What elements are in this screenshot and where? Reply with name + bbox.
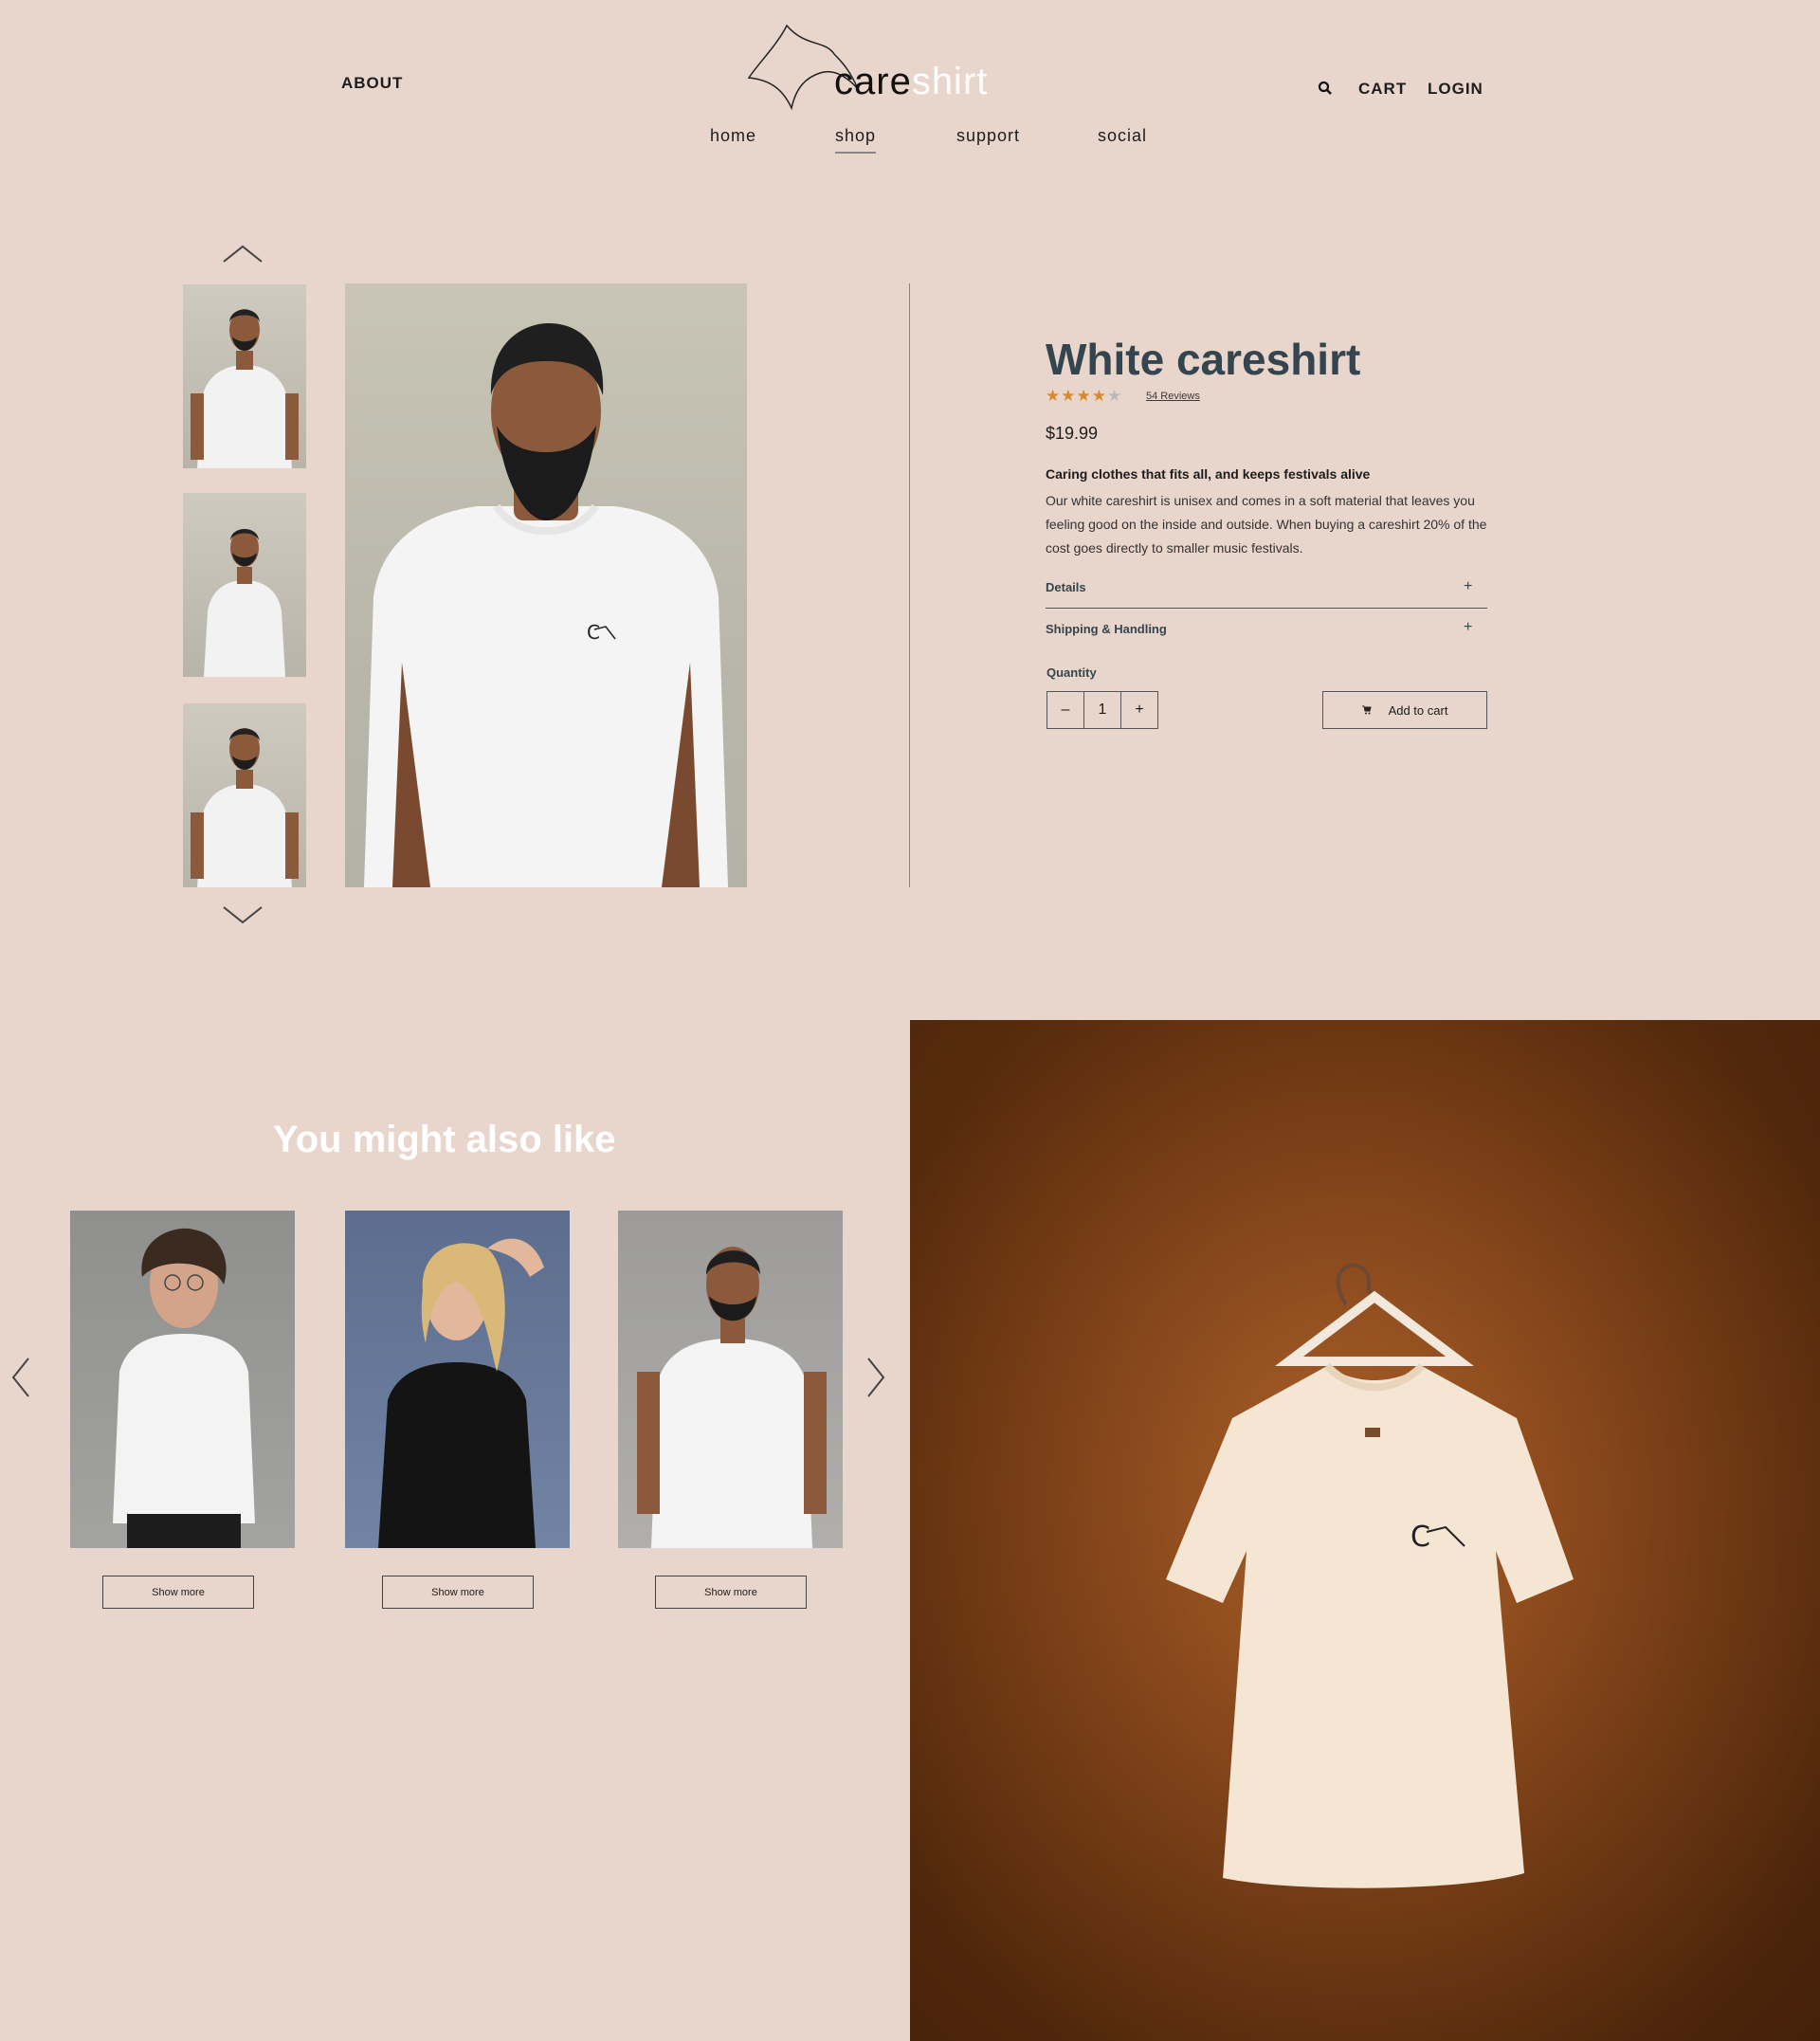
gallery-down-arrow-icon[interactable] (222, 905, 264, 931)
gallery-thumbnail-1[interactable] (183, 284, 306, 468)
shipping-accordion[interactable]: Shipping & Handling (1046, 622, 1167, 636)
add-to-cart-label: Add to cart (1388, 702, 1448, 718)
man-white-tshirt-image (637, 1247, 827, 1548)
logo-shirt: shirt (911, 61, 989, 102)
nav-home[interactable]: home (710, 126, 756, 146)
recommendation-card-2[interactable] (345, 1211, 570, 1548)
nav-social[interactable]: social (1098, 126, 1147, 146)
gallery-thumbnail-2[interactable] (183, 493, 306, 677)
login-link[interactable]: LOGIN (1428, 80, 1483, 99)
star-icon: ★ (1091, 387, 1107, 405)
star-icon: ★ (1061, 387, 1077, 405)
show-more-button-3[interactable]: Show more (655, 1576, 807, 1609)
svg-text:C: C (587, 621, 600, 644)
woman-black-tshirt-image (378, 1238, 544, 1548)
quantity-label: Quantity (1046, 665, 1097, 680)
star-icon: ★ (1076, 387, 1092, 405)
logo-care: care (834, 61, 912, 102)
man-white-tshirt-image: C (364, 323, 728, 887)
accordion-divider (1046, 608, 1487, 609)
product-title: White careshirt (1046, 335, 1361, 384)
details-accordion[interactable]: Details (1046, 580, 1086, 594)
logo-text: careshirt (834, 61, 988, 103)
carousel-prev-icon[interactable] (9, 1356, 32, 1407)
reviews-link[interactable]: 54 Reviews (1146, 391, 1200, 402)
recommendation-card-3[interactable] (618, 1211, 843, 1548)
man-white-tshirt-image (191, 728, 299, 887)
hanging-tshirt-image: C (910, 1020, 1820, 2041)
star-empty-icon: ★ (1107, 387, 1123, 405)
woman-white-tshirt-image (113, 1228, 255, 1548)
svg-text:C: C (1410, 1521, 1430, 1554)
search-icon[interactable] (1318, 81, 1333, 100)
quantity-increase-button[interactable]: + (1121, 691, 1158, 729)
plus-icon[interactable]: + (1464, 619, 1472, 636)
recommendations-title: You might also like (273, 1119, 616, 1160)
careshirt-logo[interactable]: careshirt (739, 21, 1014, 116)
product-tagline: Caring clothes that fits all, and keeps … (1046, 466, 1371, 482)
tshirt-on-hanger-image: C (910, 1020, 1820, 2041)
star-rating: ★★★★★ (1046, 387, 1122, 406)
gallery-thumbnail-3[interactable] (183, 703, 306, 887)
man-white-tshirt-image (191, 309, 299, 468)
cart-link[interactable]: CART (1358, 80, 1407, 99)
man-white-tshirt-image (204, 529, 285, 677)
section-divider (909, 283, 910, 887)
nav-support[interactable]: support (956, 126, 1020, 146)
recommendation-card-1[interactable] (70, 1211, 295, 1548)
about-link[interactable]: ABOUT (341, 74, 403, 93)
show-more-button-2[interactable]: Show more (382, 1576, 534, 1609)
main-product-image: C (345, 283, 747, 887)
plus-icon[interactable]: + (1464, 578, 1472, 595)
add-to-cart-button[interactable]: Add to cart (1322, 691, 1487, 729)
show-more-button-1[interactable]: Show more (102, 1576, 254, 1609)
quantity-input[interactable]: 1 (1084, 691, 1121, 729)
cart-icon (1361, 703, 1372, 718)
product-description: Our white careshirt is unisex and comes … (1046, 493, 1487, 556)
quantity-stepper: – 1 + (1046, 691, 1158, 729)
quantity-decrease-button[interactable]: – (1046, 691, 1084, 729)
gallery-up-arrow-icon[interactable] (222, 243, 264, 268)
product-price: $19.99 (1046, 424, 1099, 443)
nav-shop[interactable]: shop (835, 126, 877, 154)
star-icon: ★ (1046, 387, 1062, 405)
carousel-next-icon[interactable] (864, 1356, 887, 1407)
